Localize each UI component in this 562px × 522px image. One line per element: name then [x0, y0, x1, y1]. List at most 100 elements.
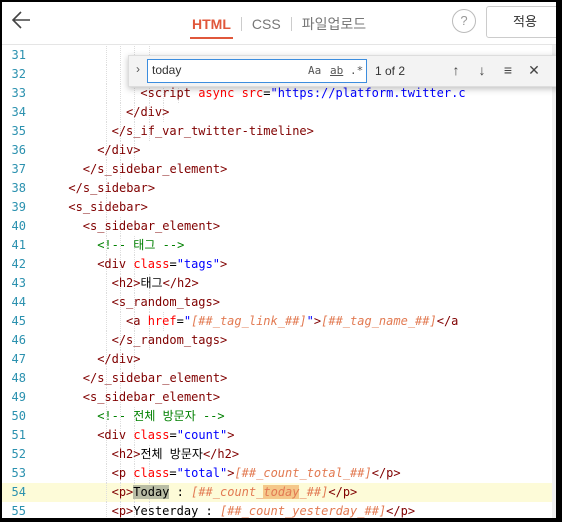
code-text: <p>Today : [##_count_today_##]</p> — [111, 485, 358, 499]
code-text: </s_sidebar_element> — [82, 371, 228, 385]
code-editor[interactable]: 31 32 33 <script async src="https://platfor… — [2, 45, 556, 518]
code-text: </s_sidebar> — [68, 181, 156, 195]
line-number: 33 — [11, 86, 26, 100]
code-line[interactable]: 44 <s_random_tags> — [2, 293, 556, 312]
code-line[interactable]: 36 </div> — [2, 141, 556, 160]
code-text: </div> — [97, 143, 141, 157]
editor-toolbar: HTML CSS 파일업로드 ? 적용 — [2, 2, 556, 45]
indent-guide — [105, 331, 107, 350]
code-line[interactable]: 35 </s_if_var_twitter-timeline> — [2, 122, 556, 141]
code-line[interactable]: 43 <h2>태그</h2> — [2, 274, 556, 293]
tab-css[interactable]: CSS — [250, 16, 283, 32]
arrow-left-icon[interactable] — [10, 8, 34, 32]
code-text: <s_sidebar> — [68, 200, 148, 214]
indent-guide — [105, 293, 107, 312]
line-number: 50 — [11, 409, 26, 423]
code-line[interactable]: 40 <s_sidebar_element> — [2, 217, 556, 236]
find-in-selection-icon[interactable]: ≡ — [499, 61, 517, 79]
code-line[interactable]: 42 <div class="tags"> — [2, 255, 556, 274]
line-number: 36 — [11, 143, 26, 157]
line-number: 54 — [11, 485, 26, 499]
line-number: 38 — [11, 181, 26, 195]
indent-guide — [105, 84, 107, 103]
previous-match-icon[interactable]: ↑ — [447, 61, 465, 79]
line-number: 34 — [11, 105, 26, 119]
indent-guide — [120, 312, 121, 331]
find-input[interactable]: today Aa ab .* — [147, 59, 367, 83]
vertical-scrollbar[interactable] — [552, 45, 556, 518]
line-number: 43 — [11, 276, 26, 290]
code-line[interactable]: 50 <!-- 전체 방문자 --> — [2, 407, 556, 426]
code-line[interactable]: 52 <h2>전체 방문자</h2> — [2, 445, 556, 464]
indent-guide — [105, 122, 107, 141]
tab-html[interactable]: HTML — [190, 16, 233, 39]
code-line[interactable]: 46 </s_random_tags> — [2, 331, 556, 350]
indent-guide — [105, 483, 107, 502]
find-input-value: today — [152, 63, 182, 77]
line-number: 45 — [11, 314, 26, 328]
code-line[interactable]: 48 </s_sidebar_element> — [2, 369, 556, 388]
line-number: 35 — [11, 124, 26, 138]
line-number: 48 — [11, 371, 26, 385]
indent-guide — [105, 103, 107, 122]
indent-guide — [120, 65, 121, 84]
code-line[interactable]: 39 <s_sidebar> — [2, 198, 556, 217]
code-text: </s_sidebar_element> — [82, 162, 228, 176]
match-case-toggle[interactable]: Aa — [308, 64, 321, 77]
line-number: 52 — [11, 447, 26, 461]
code-text: <s_random_tags> — [111, 295, 220, 309]
indent-guide — [105, 274, 107, 293]
code-text: </div> — [97, 352, 141, 366]
code-text: <h2>태그</h2> — [111, 276, 199, 290]
code-line[interactable]: 47 </div> — [2, 350, 556, 369]
code-text: <s_sidebar_element> — [82, 390, 221, 404]
line-number: 47 — [11, 352, 26, 366]
regex-toggle[interactable]: .* — [350, 64, 363, 77]
code-line[interactable]: 49 <s_sidebar_element> — [2, 388, 556, 407]
indent-guide — [105, 445, 107, 464]
code-text: <!-- 전체 방문자 --> — [97, 409, 225, 423]
code-line[interactable]: 54 <p>Today : [##_count_today_##]</p> — [2, 483, 556, 502]
line-number: 53 — [11, 466, 26, 480]
code-text: <s_sidebar_element> — [82, 219, 221, 233]
line-number: 49 — [11, 390, 26, 404]
code-text: <!-- 태그 --> — [97, 238, 185, 252]
indent-guide — [105, 502, 107, 518]
tab-file-upload[interactable]: 파일업로드 — [300, 14, 368, 34]
whole-word-toggle[interactable]: ab — [330, 64, 343, 77]
next-match-icon[interactable]: ↓ — [473, 61, 491, 79]
line-number: 31 — [11, 48, 26, 62]
line-number: 44 — [11, 295, 26, 309]
code-line[interactable]: 37 </s_sidebar_element> — [2, 160, 556, 179]
line-number: 55 — [11, 504, 26, 518]
line-number: 42 — [11, 257, 26, 271]
line-number: 39 — [11, 200, 26, 214]
toggle-replace-icon[interactable]: › — [131, 62, 145, 80]
app-frame: HTML CSS 파일업로드 ? 적용 31 32 33 <script async … — [2, 2, 556, 518]
code-text: <div class="tags"> — [97, 257, 228, 271]
line-number: 51 — [11, 428, 26, 442]
indent-guide — [120, 103, 121, 122]
match-count: 1 of 2 — [375, 64, 406, 78]
tab-bar: HTML CSS 파일업로드 — [190, 12, 368, 39]
indent-guide — [105, 46, 107, 65]
code-line[interactable]: 38 </s_sidebar> — [2, 179, 556, 198]
help-button[interactable]: ? — [452, 9, 476, 33]
code-line[interactable]: 34 </div> — [2, 103, 556, 122]
indent-guide — [105, 65, 107, 84]
line-number: 40 — [11, 219, 26, 233]
code-line[interactable]: 53 <p class="total">[##_count_total_##]</… — [2, 464, 556, 483]
code-line[interactable]: 55 <p>Yesterday : [##_count_yesterday_##]… — [2, 502, 556, 518]
apply-button[interactable]: 적용 — [486, 6, 556, 38]
close-icon[interactable]: ✕ — [525, 61, 543, 79]
indent-guide — [120, 84, 121, 103]
code-text: </s_if_var_twitter-timeline> — [111, 124, 314, 138]
indent-guide — [105, 312, 107, 331]
code-line[interactable]: 41 <!-- 태그 --> — [2, 236, 556, 255]
code-line[interactable]: 51 <div class="count"> — [2, 426, 556, 445]
code-text: <a href="[##_tag_link_##]">[##_tag_name_… — [126, 314, 459, 328]
line-number: 46 — [11, 333, 26, 347]
code-text: <h2>전체 방문자</h2> — [111, 447, 240, 461]
code-line[interactable]: 45 <a href="[##_tag_link_##]">[##_tag_nam… — [2, 312, 556, 331]
indent-guide — [120, 46, 121, 65]
